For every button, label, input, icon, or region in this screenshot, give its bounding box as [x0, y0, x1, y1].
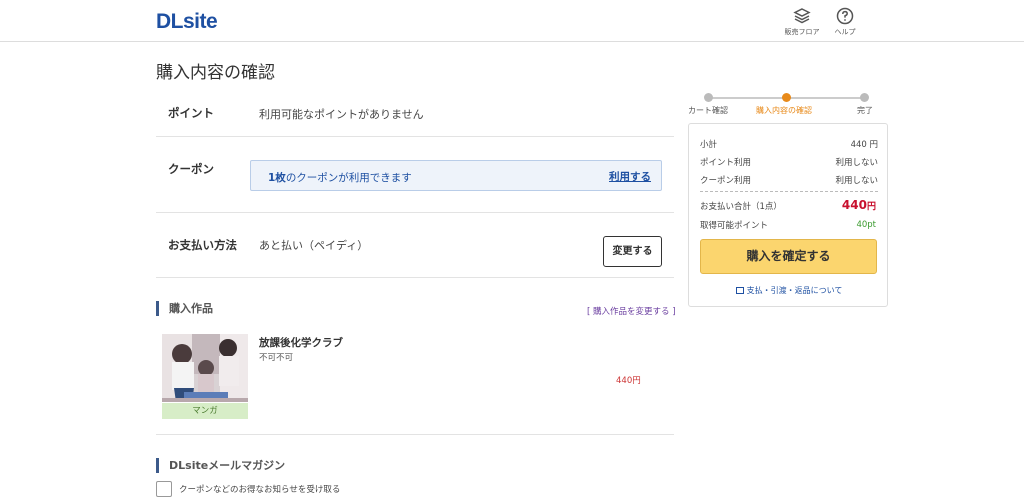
work-price: 440円	[616, 376, 641, 386]
divider	[156, 136, 674, 137]
step-dot-complete	[860, 93, 869, 102]
work-circle[interactable]: 不可不可	[259, 351, 293, 363]
genre-tag: マンガ	[162, 403, 248, 419]
work-title[interactable]: 放課後化学クラブ	[259, 335, 343, 350]
coupon-use-label: クーポン利用	[700, 176, 752, 186]
divider	[156, 212, 674, 213]
earn-points-label: 取得可能ポイント	[700, 221, 769, 231]
help-icon	[836, 7, 854, 25]
divider	[156, 277, 674, 278]
payment-label: お支払い方法	[168, 238, 237, 252]
payment-info-label: 支払・引渡・返品について	[746, 286, 843, 295]
coupon-message-text: のクーポンが利用できます	[285, 172, 412, 184]
coupon-use-value: 利用しない	[835, 176, 878, 186]
page-title: 購入内容の確認	[156, 63, 275, 83]
works-section-heading: 購入作品	[156, 301, 213, 316]
newsletter-checkbox[interactable]	[156, 481, 172, 497]
total-unit: 円	[866, 202, 876, 212]
point-use-label: ポイント利用	[700, 158, 752, 168]
layers-icon	[793, 8, 811, 24]
total-label: お支払い合計（1点）	[700, 202, 782, 212]
help-label: ヘルプ	[834, 28, 856, 36]
dlsite-logo[interactable]: DLsite	[156, 10, 218, 34]
payment-method-value: あと払い（ペイディ）	[259, 239, 369, 252]
coupon-use-row: クーポン利用 利用しない	[700, 174, 878, 186]
change-works-link[interactable]: [ 購入作品を変更する ]	[587, 305, 676, 317]
coupon-message: 1枚のクーポンが利用できます	[268, 170, 412, 185]
step-label-cart: カート確認	[688, 106, 728, 115]
site-header: DLsite 販売フロア ヘルプ	[0, 0, 1024, 42]
confirm-purchase-button[interactable]: 購入を確定する	[700, 239, 877, 274]
total-value: 440円	[842, 198, 876, 212]
step-dot-confirm	[782, 93, 791, 102]
subtotal-row: 小計 440 円	[700, 138, 878, 150]
coupon-notice: 1枚のクーポンが利用できます 利用する	[250, 160, 662, 191]
sales-floor-label: 販売フロア	[784, 28, 820, 36]
step-dot-cart	[704, 93, 713, 102]
divider	[156, 434, 674, 435]
mail-section-heading: DLsiteメールマガジン	[156, 458, 285, 473]
point-use-row: ポイント利用 利用しない	[700, 156, 878, 168]
point-value: 利用可能なポイントがありません	[259, 108, 424, 121]
manga-cover-image	[162, 334, 248, 402]
external-link-icon	[735, 287, 744, 294]
work-thumbnail[interactable]	[162, 334, 248, 402]
change-payment-button[interactable]: 変更する	[603, 236, 662, 267]
point-use-value: 利用しない	[835, 158, 878, 168]
order-summary: 小計 440 円 ポイント利用 利用しない クーポン利用 利用しない お支払い合…	[688, 123, 888, 307]
summary-separator	[700, 191, 878, 192]
sales-floor-link[interactable]: 販売フロア	[780, 7, 824, 37]
coupon-count: 1枚	[268, 172, 286, 184]
point-label: ポイント	[168, 106, 214, 120]
use-coupon-link[interactable]: 利用する	[609, 169, 651, 184]
earn-points-row: 取得可能ポイント	[700, 219, 878, 231]
help-link[interactable]: ヘルプ	[823, 7, 867, 37]
subtotal-value: 440 円	[850, 140, 878, 150]
earn-points-value: 40pt	[856, 220, 876, 230]
step-label-complete: 完了	[857, 106, 873, 115]
step-label-confirm: 購入内容の確認	[756, 106, 812, 115]
newsletter-checkbox-label[interactable]: クーポンなどのお得なお知らせを受け取る	[179, 483, 340, 495]
payment-info-link[interactable]: 支払・引渡・返品について	[689, 285, 889, 296]
coupon-label: クーポン	[168, 162, 214, 176]
total-amount: 440	[841, 198, 867, 212]
subtotal-label: 小計	[700, 140, 718, 150]
